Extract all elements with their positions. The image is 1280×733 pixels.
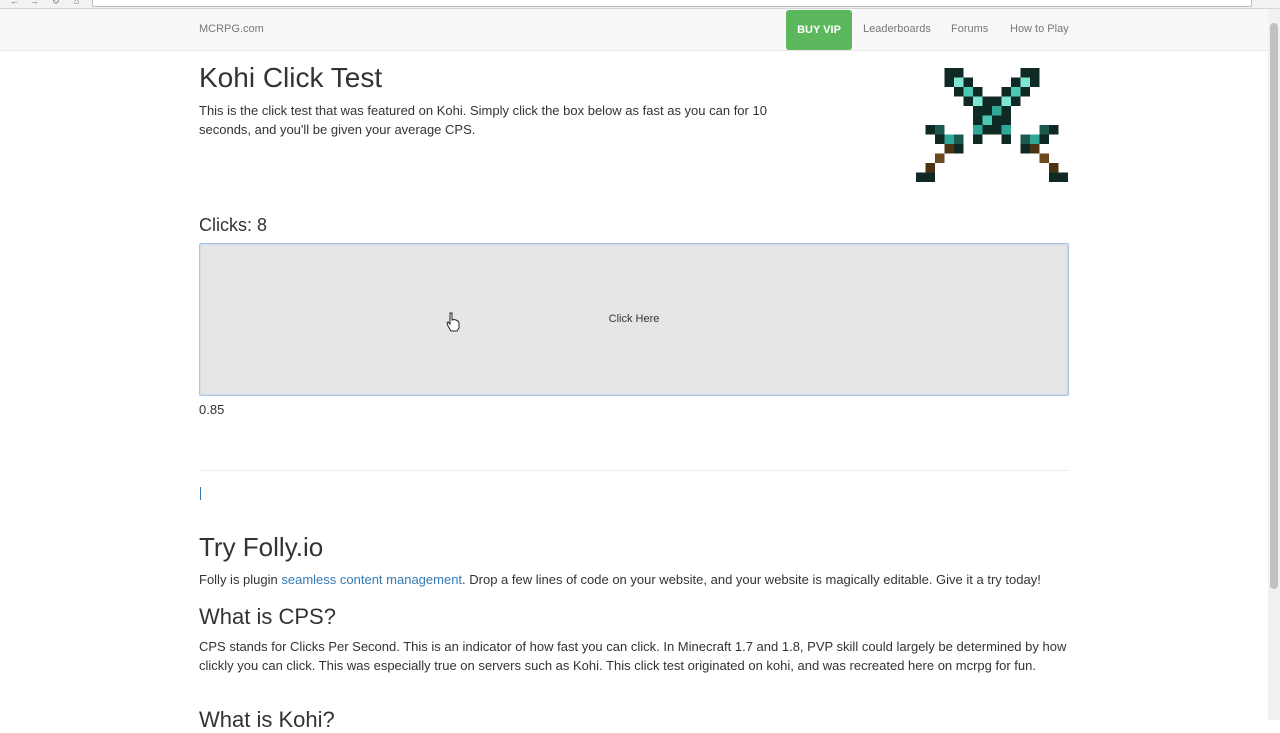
crossed-diamond-swords-icon bbox=[916, 68, 1068, 182]
divider bbox=[199, 470, 1069, 471]
page-title: Kohi Click Test bbox=[199, 62, 383, 93]
text-caret bbox=[200, 487, 201, 500]
home-icon[interactable]: ⌂ bbox=[74, 0, 79, 6]
page-scrollbar[interactable] bbox=[1268, 9, 1280, 720]
cps-result: 0.85 bbox=[199, 402, 225, 417]
kohi-heading: What is Kohi? bbox=[199, 707, 335, 732]
buy-vip-button[interactable]: BUY VIP bbox=[786, 10, 852, 50]
cps-text: CPS stands for Clicks Per Second. This i… bbox=[199, 639, 1067, 673]
nav-link-how-to-play[interactable]: How to Play bbox=[1010, 23, 1069, 35]
folly-text-start: Folly is plugin bbox=[199, 572, 282, 587]
nav-link-forums[interactable]: Forums bbox=[951, 23, 988, 35]
browser-chrome: ← → ↻ ⌂ bbox=[0, 0, 1280, 9]
folly-text-end: . Drop a few lines of code on your websi… bbox=[462, 572, 1041, 587]
seamless-content-management-link[interactable]: seamless content management bbox=[281, 572, 462, 587]
clicks-counter: Clicks: 8 bbox=[199, 215, 268, 235]
click-area-button[interactable]: Click Here bbox=[199, 243, 1069, 396]
click-area-label: Click Here bbox=[608, 313, 660, 325]
scrollbar-thumb[interactable] bbox=[1270, 23, 1278, 589]
folly-text: Folly is plugin seamless content managem… bbox=[199, 570, 1069, 589]
address-bar[interactable] bbox=[92, 0, 1252, 7]
back-icon[interactable]: ← bbox=[10, 0, 19, 6]
top-navbar: MCRPG.com BUY VIP Leaderboards Forums Ho… bbox=[0, 9, 1268, 51]
brand-link[interactable]: MCRPG.com bbox=[199, 23, 264, 35]
hand-cursor-icon bbox=[446, 312, 460, 332]
forward-icon[interactable]: → bbox=[30, 0, 39, 6]
folly-heading: Try Folly.io bbox=[199, 532, 324, 562]
reload-icon[interactable]: ↻ bbox=[52, 0, 60, 7]
intro-text: This is the click test that was featured… bbox=[199, 103, 767, 137]
cps-heading: What is CPS? bbox=[199, 604, 336, 629]
nav-link-leaderboards[interactable]: Leaderboards bbox=[863, 23, 931, 35]
